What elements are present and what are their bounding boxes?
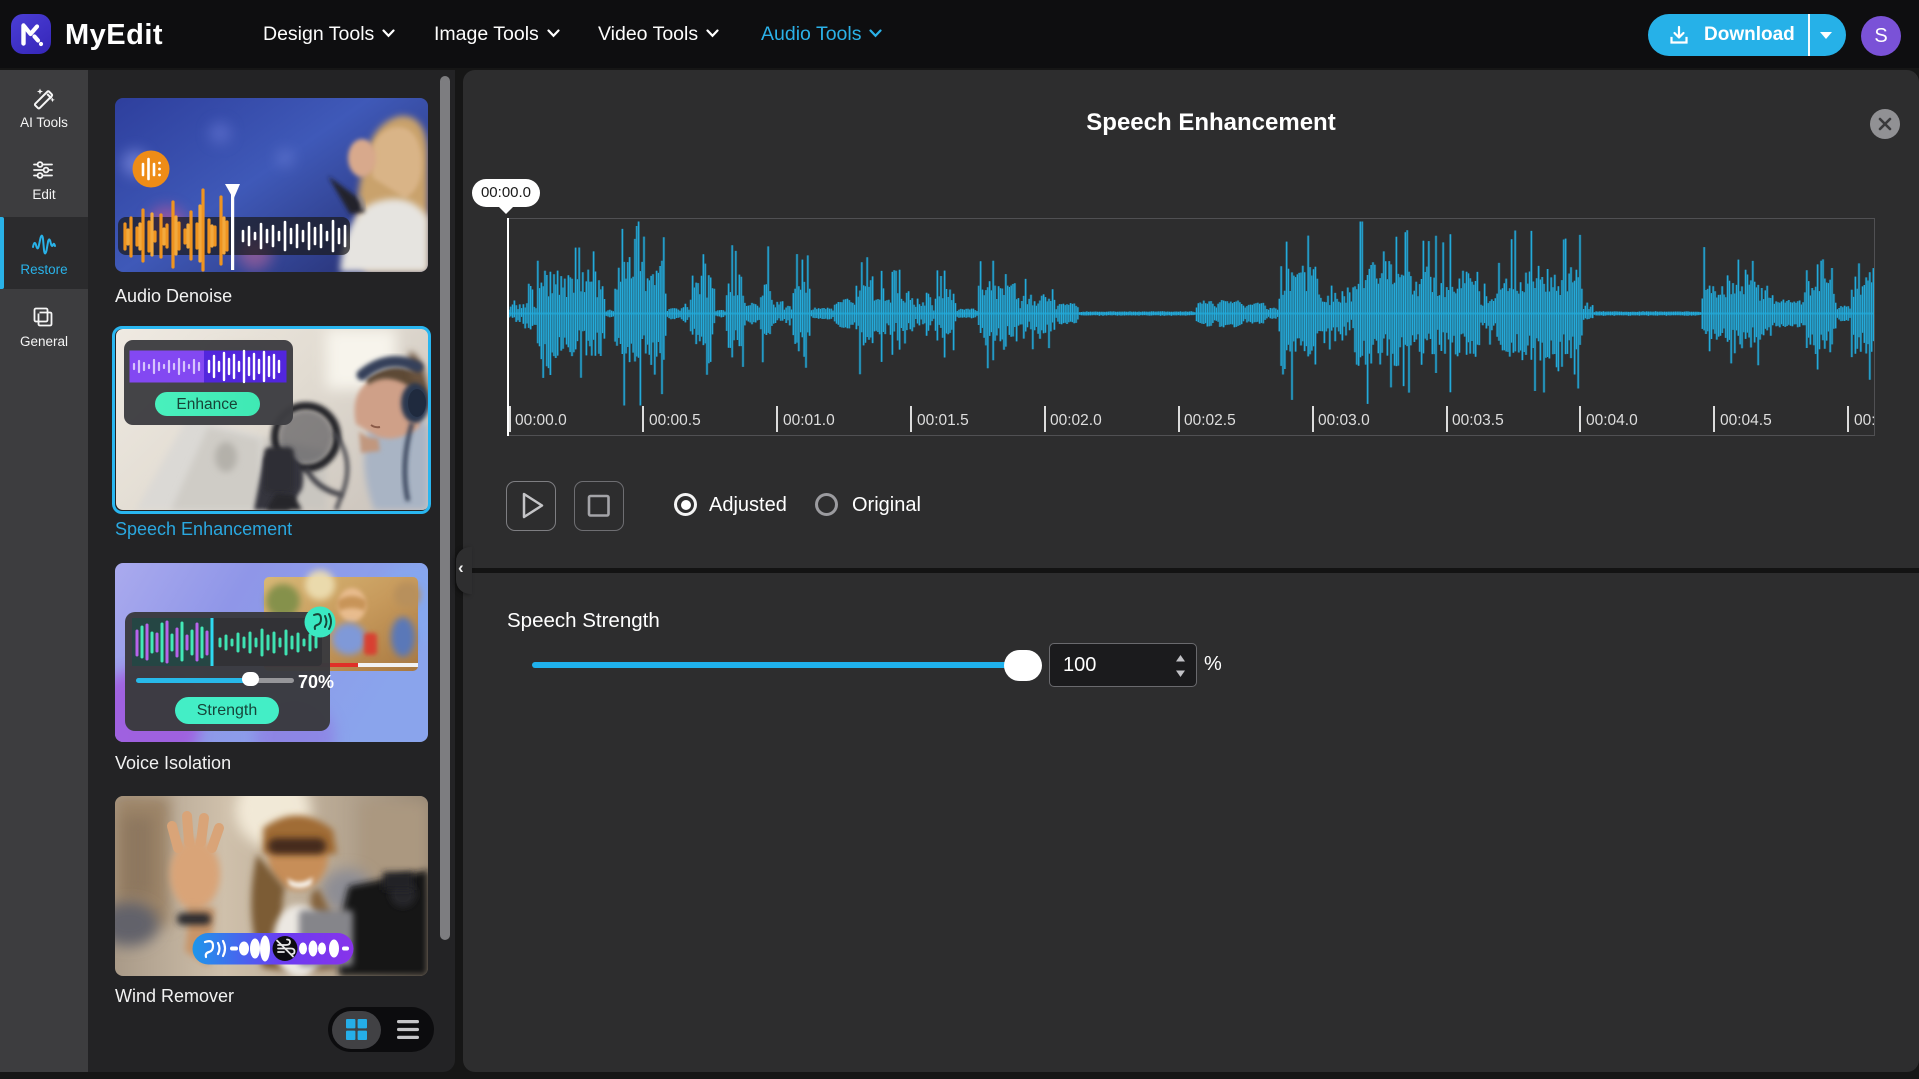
svg-text:70%: 70% bbox=[298, 672, 334, 692]
svg-text:Strength: Strength bbox=[197, 702, 257, 719]
